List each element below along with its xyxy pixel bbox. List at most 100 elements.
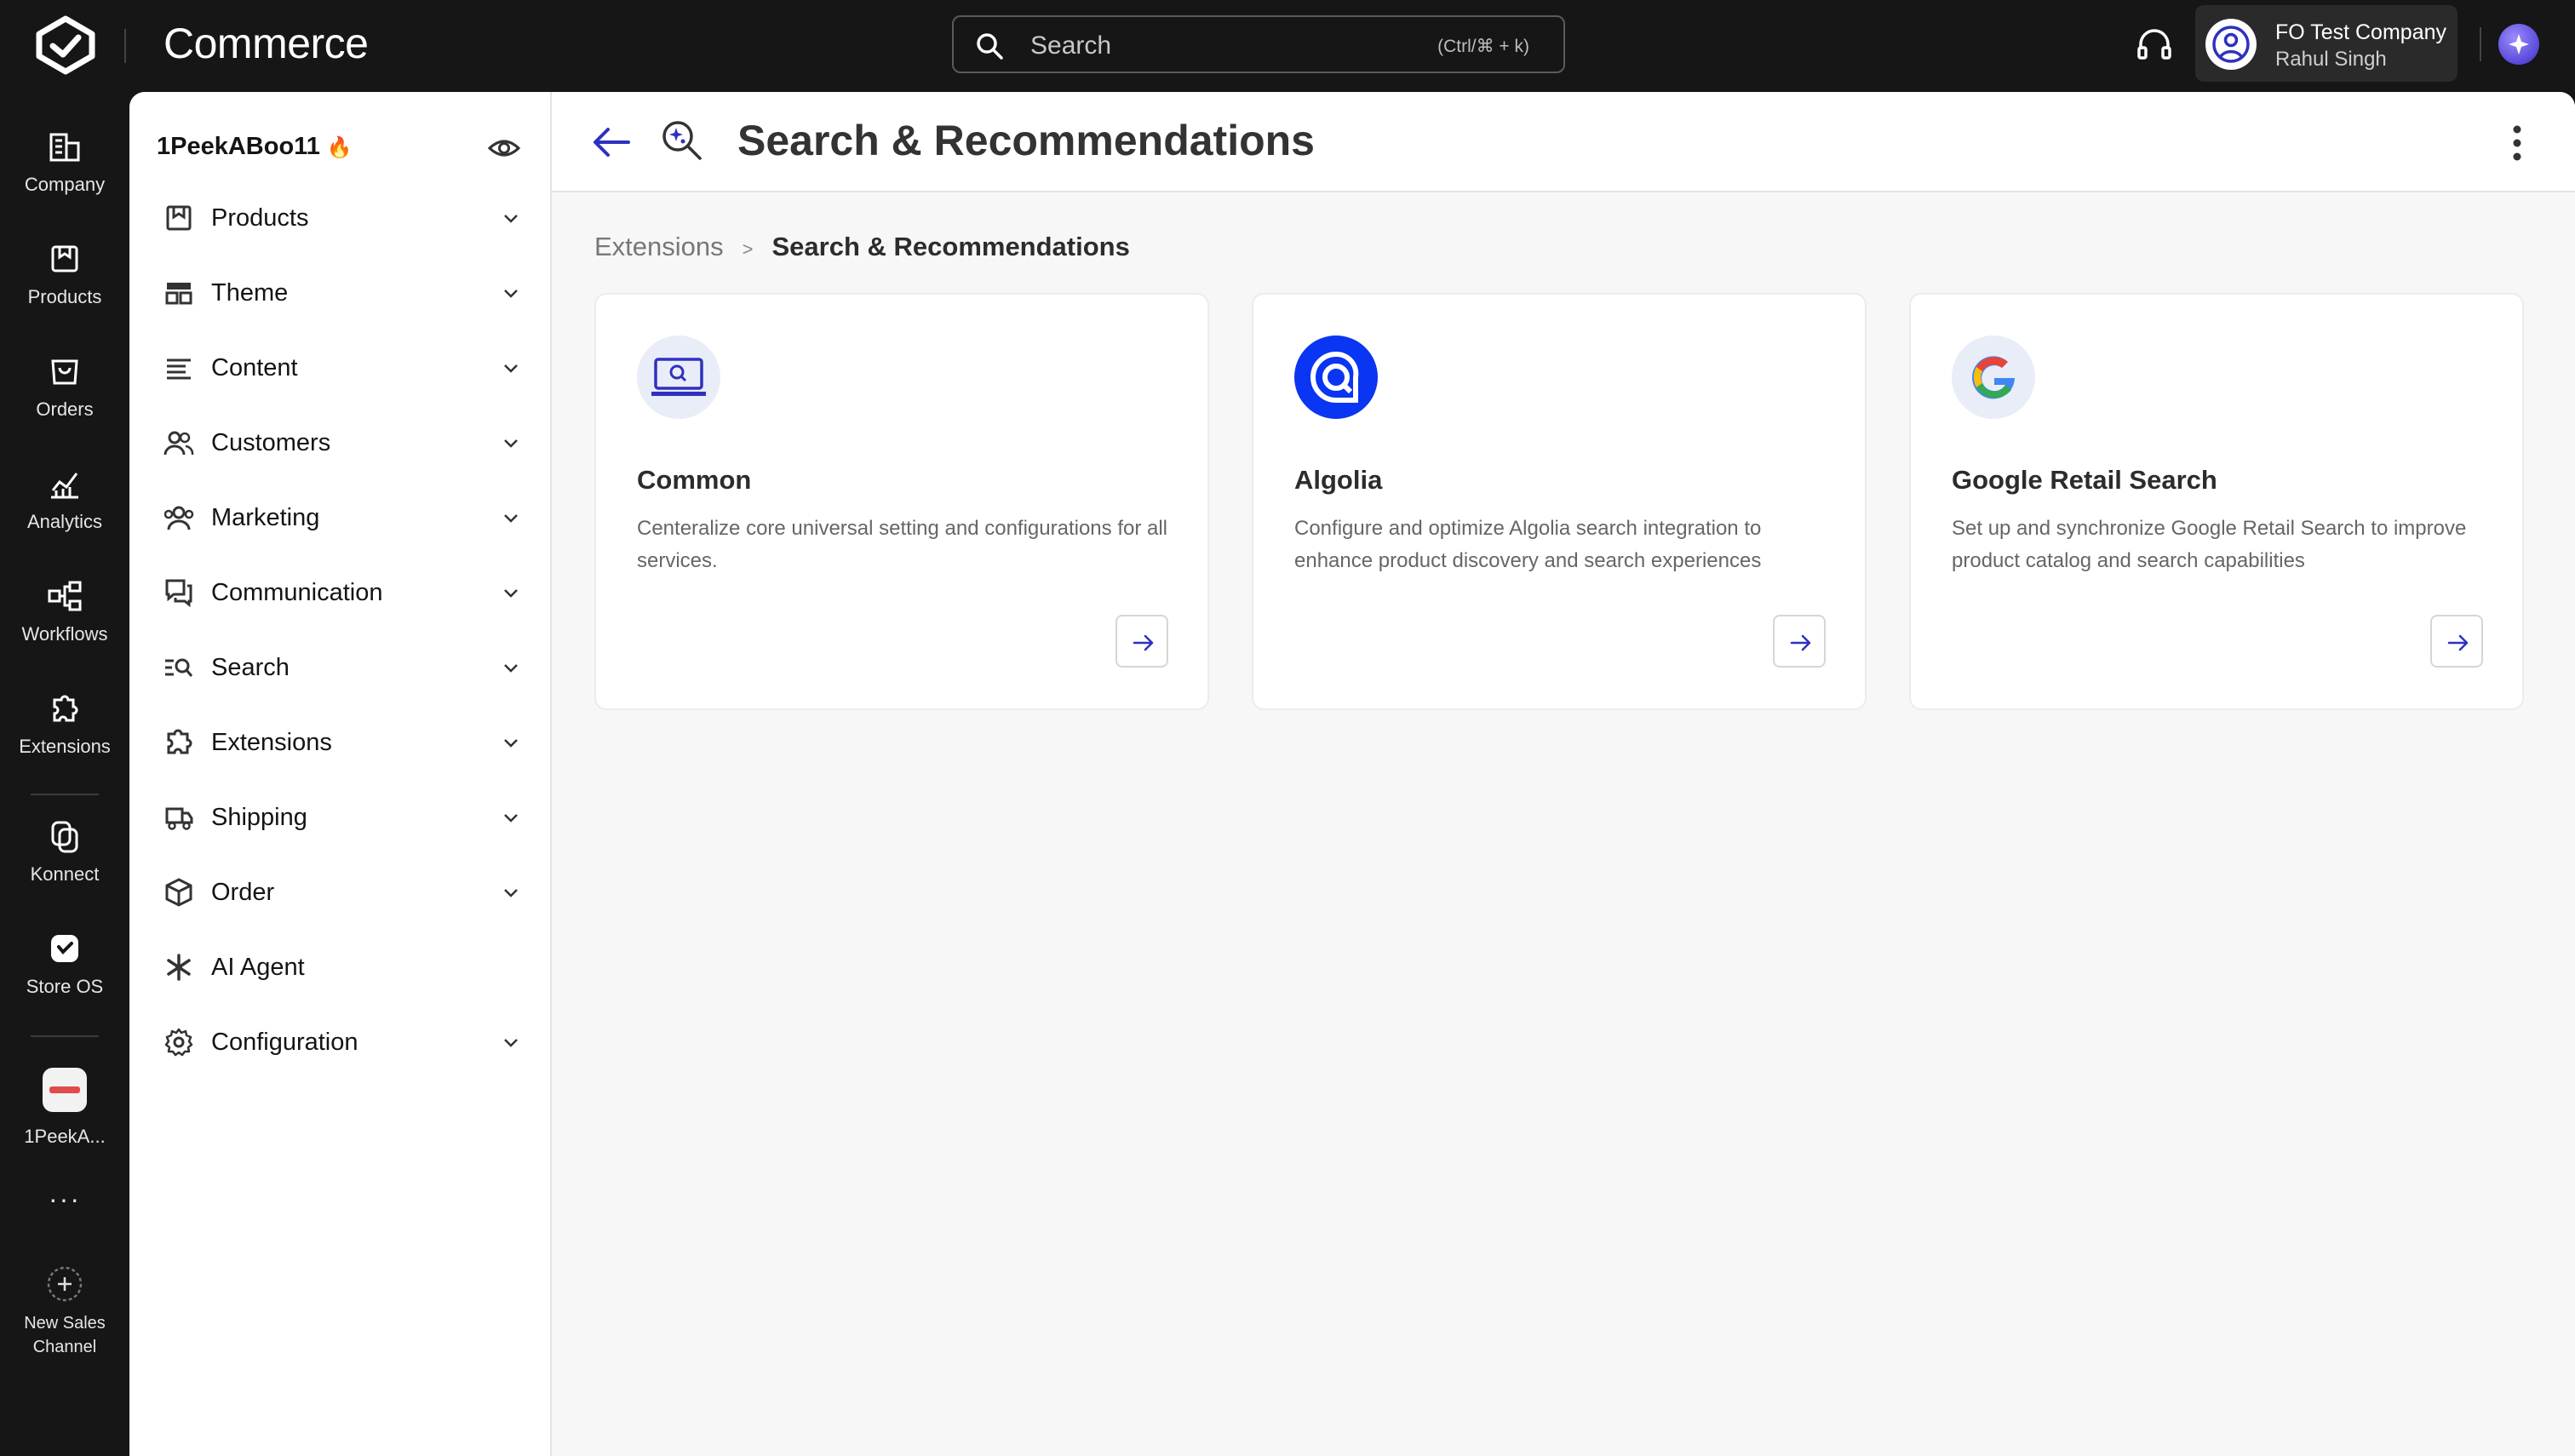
card-description: Configure and optimize Algolia search in…: [1294, 517, 1762, 572]
open-arrow-button[interactable]: [1773, 615, 1826, 668]
gear-icon: [164, 1028, 193, 1057]
sidebar-item-ai-agent[interactable]: AI Agent: [163, 942, 521, 993]
open-arrow-button[interactable]: [1115, 615, 1168, 668]
back-arrow-icon[interactable]: [591, 124, 632, 160]
rail-label: Konnect: [30, 863, 100, 885]
ai-agent-icon: [167, 954, 191, 981]
chevron-down-icon: [504, 664, 518, 673]
konnect-icon: [51, 821, 78, 853]
sidebar-item-order[interactable]: Order: [163, 867, 521, 918]
sidebar-item-theme[interactable]: Theme: [163, 267, 521, 318]
sidebar-item-label: Configuration: [211, 1029, 358, 1056]
chevron-down-icon: [504, 739, 518, 748]
breadcrumb: Extensions > Search & Recommendations: [594, 232, 1130, 262]
rail-label: 1PeekA...: [24, 1126, 106, 1147]
analytics-icon: [51, 473, 78, 499]
rail-item-extensions[interactable]: Extensions: [0, 690, 129, 758]
open-arrow-button[interactable]: [2430, 615, 2483, 668]
rail-item-company[interactable]: Company: [0, 128, 129, 196]
sidebar-item-label: Shipping: [211, 804, 307, 831]
divider: [31, 794, 99, 795]
order-box-icon: [165, 878, 192, 907]
sidebar-item-customers[interactable]: Customers: [163, 417, 521, 468]
eye-icon[interactable]: [487, 131, 521, 165]
divider: [31, 1035, 99, 1037]
products-icon: [166, 205, 192, 231]
card-description: Set up and synchronize Google Retail Sea…: [1952, 517, 2467, 572]
primary-rail: Company Products Orders Analytics Workfl…: [0, 92, 129, 1456]
products-icon: [51, 245, 78, 272]
breadcrumb-current: Search & Recommendations: [771, 232, 1130, 261]
sidebar-item-label: Theme: [211, 279, 289, 307]
more-vertical-icon[interactable]: [2512, 124, 2522, 162]
main-panel: 1PeekABoo11 🔥 Products Theme Content Cus…: [129, 92, 2575, 1456]
rail-item-products[interactable]: Products: [0, 240, 129, 308]
fire-icon: 🔥: [326, 136, 353, 159]
store-os-icon: [51, 935, 78, 962]
rail-item-konnect[interactable]: Konnect: [0, 817, 129, 886]
arrow-right-icon: [1790, 634, 1811, 651]
support-headset-icon[interactable]: [2134, 26, 2175, 66]
extensions-icon: [167, 729, 192, 754]
page-title: Search & Recommendations: [737, 117, 1315, 164]
rail-label: Workflows: [21, 623, 108, 645]
add-circle-icon: [47, 1266, 83, 1302]
ai-assistant-icon[interactable]: [2498, 24, 2539, 65]
sidebar-item-label: AI Agent: [211, 954, 305, 981]
chevron-down-icon: [504, 889, 518, 897]
extension-card-algolia[interactable]: Algolia Configure and optimize Algolia s…: [1252, 293, 1867, 710]
more-options-icon[interactable]: ···: [0, 1184, 129, 1215]
sidebar-item-search[interactable]: Search: [163, 642, 521, 693]
sidebar-item-configuration[interactable]: Configuration: [163, 1017, 521, 1068]
algolia-logo-icon: [1294, 335, 1378, 419]
top-bar: Commerce Search (Ctrl/⌘ + k) FO Test Com…: [0, 0, 2575, 92]
rail-label: Extensions: [19, 736, 111, 757]
rail-label: Orders: [36, 398, 94, 420]
chevron-down-icon: [504, 215, 518, 223]
rail-item-analytics[interactable]: Analytics: [0, 465, 129, 533]
marketing-icon: [163, 506, 194, 530]
store-logo[interactable]: [43, 1068, 87, 1112]
sidebar-item-products[interactable]: Products: [163, 192, 521, 244]
sidebar-item-marketing[interactable]: Marketing: [163, 492, 521, 543]
rail-item-workflows[interactable]: Workflows: [0, 577, 129, 645]
sparkle-icon: [2509, 34, 2529, 54]
sidebar-item-label: Marketing: [211, 504, 320, 531]
search-icon: [977, 33, 1003, 60]
chevron-down-icon: [504, 814, 518, 823]
chevron-down-icon: [504, 439, 518, 448]
rail-label: New Sales Channel: [24, 1314, 106, 1356]
card-title: Common: [637, 465, 752, 495]
sidebar-item-content[interactable]: Content: [163, 342, 521, 393]
arrow-right-icon: [2447, 634, 2469, 651]
chevron-down-icon: [504, 289, 518, 298]
rail-item-store-os[interactable]: Store OS: [0, 930, 129, 998]
rail-label: Analytics: [26, 511, 103, 532]
commerce-logo-icon[interactable]: [34, 15, 97, 75]
chevron-down-icon: [504, 514, 518, 523]
customers-icon: [163, 431, 194, 456]
user-name: Rahul Singh: [2275, 48, 2387, 71]
rail-item-orders[interactable]: Orders: [0, 353, 129, 421]
breadcrumb-link-extensions[interactable]: Extensions: [594, 232, 724, 261]
rail-label: Company: [24, 174, 106, 195]
new-sales-channel-button[interactable]: New Sales Channel: [0, 1265, 129, 1359]
card-title: Algolia: [1294, 465, 1383, 495]
extension-card-common[interactable]: Common Centeralize core universal settin…: [594, 293, 1209, 710]
theme-icon: [165, 283, 192, 305]
chevron-down-icon: [504, 364, 518, 373]
sidebar-item-communication[interactable]: Communication: [163, 567, 521, 618]
rail-item-store[interactable]: 1PeekA...: [0, 1126, 129, 1148]
global-search-input[interactable]: Search (Ctrl/⌘ + k): [952, 15, 1565, 73]
search-sparkle-icon: [662, 121, 702, 160]
page-header: Search & Recommendations: [552, 92, 2575, 192]
sidebar-item-extensions[interactable]: Extensions: [163, 717, 521, 768]
divider: [124, 29, 126, 63]
laptop-search-icon: [637, 335, 720, 419]
extension-card-google-retail-search[interactable]: Google Retail Search Set up and synchron…: [1909, 293, 2524, 710]
sidebar-item-label: Content: [211, 354, 298, 381]
sidebar-item-shipping[interactable]: Shipping: [163, 792, 521, 843]
user-profile-button[interactable]: FO Test Company Rahul Singh: [2195, 5, 2457, 82]
search-shortcut-hint: (Ctrl/⌘ + k): [1437, 37, 1529, 56]
content-icon: [167, 358, 191, 380]
